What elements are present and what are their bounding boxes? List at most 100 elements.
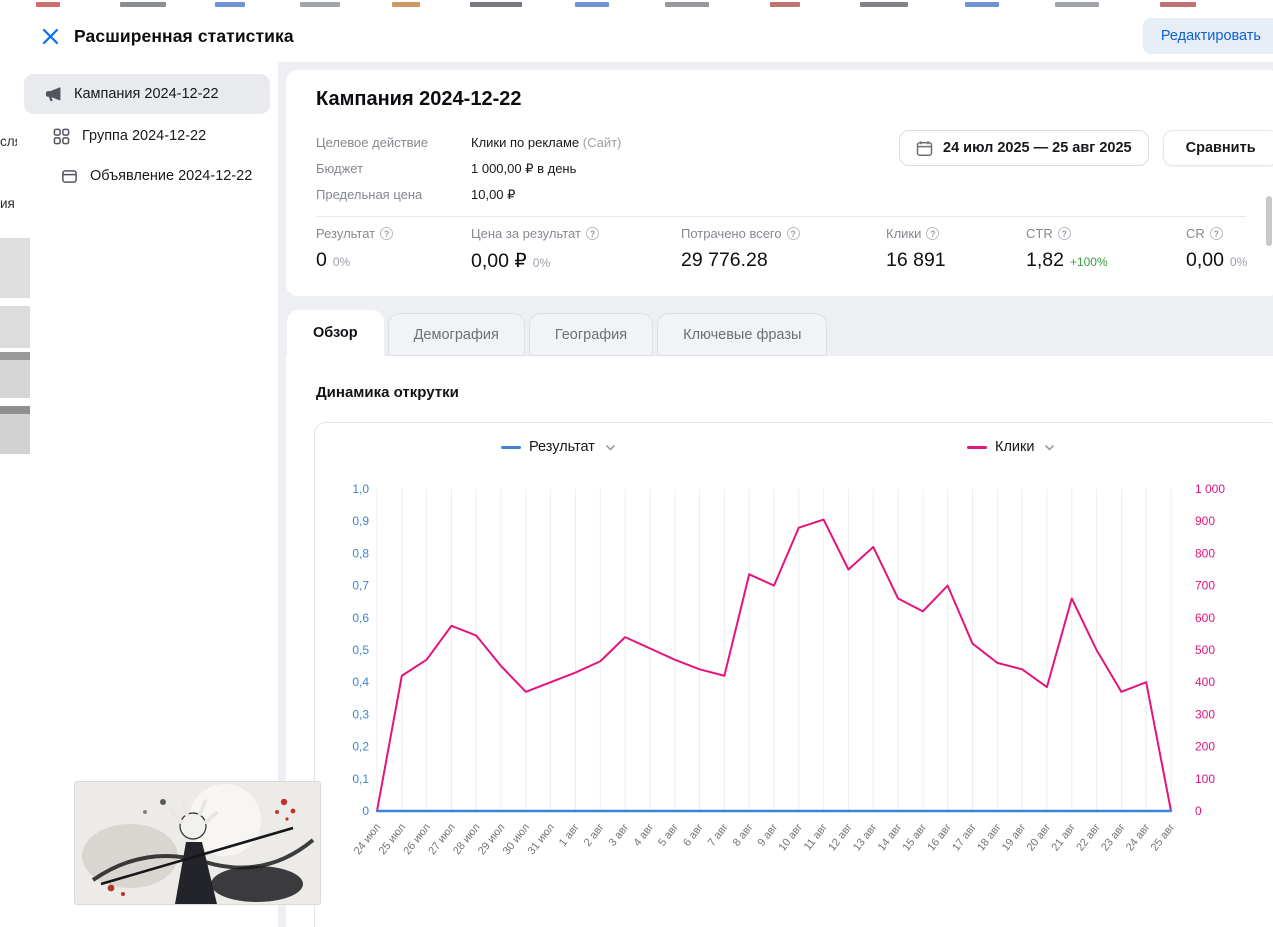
megaphone-icon	[44, 85, 63, 104]
svg-text:5 авг: 5 авг	[656, 821, 681, 848]
background-block	[0, 360, 30, 398]
stat-label: CTR	[1026, 226, 1186, 241]
stat-value-number: 0,00	[1186, 249, 1224, 271]
bookmark-fragment	[120, 2, 166, 7]
tab-keywords[interactable]: Ключевые фразы	[657, 313, 828, 356]
stat-sub-value: +100%	[1069, 255, 1108, 269]
svg-text:0,6: 0,6	[352, 611, 369, 625]
date-range-label: 24 июл 2025 — 25 авг 2025	[943, 140, 1132, 156]
chart-card: Результат Клики 0 0,1 0,2 0,3 0,4 0,5 0,6 0,7 0,8…	[314, 422, 1273, 927]
background-block	[0, 238, 30, 298]
bookmark-fragment	[36, 2, 60, 7]
chevron-down-icon	[1044, 444, 1055, 451]
svg-text:0,9: 0,9	[352, 514, 369, 528]
help-icon[interactable]	[786, 227, 800, 240]
campaign-details: Целевое действие Клики по рекламе (Сайт) Б…	[316, 134, 621, 212]
main-content: Кампания 2024-12-22 Целевое действие Клик…	[278, 62, 1273, 927]
svg-text:20 авг: 20 авг	[1025, 821, 1054, 853]
overview-panel: Динамика открутки Результат Клики 0 0,1 0,2…	[286, 356, 1273, 927]
stat-value: 29 776.28	[681, 249, 886, 272]
help-icon[interactable]	[585, 227, 599, 240]
legend-clicks[interactable]: Клики	[967, 439, 1055, 455]
svg-text:800: 800	[1195, 546, 1215, 560]
sidebar-item-campaign[interactable]: Кампания 2024-12-22	[24, 74, 270, 114]
help-icon[interactable]	[1057, 227, 1071, 240]
scrollbar-thumb[interactable]	[1266, 196, 1272, 246]
campaign-detail-row: Целевое действие Клики по рекламе (Сайт)	[316, 134, 621, 151]
sidebar-item-label: Кампания 2024-12-22	[74, 86, 219, 102]
detail-suffix: (Сайт)	[579, 135, 622, 150]
stat-value: 0 0%	[316, 249, 471, 272]
close-button[interactable]	[38, 24, 62, 48]
stat-label: Потрачено всего	[681, 226, 886, 241]
campaign-title: Кампания 2024-12-22	[316, 88, 522, 110]
background-block	[0, 406, 30, 414]
svg-text:14 авг: 14 авг	[876, 821, 905, 853]
svg-text:12 авг: 12 авг	[826, 821, 855, 853]
bookmark-fragment	[215, 2, 245, 7]
legend-dash	[967, 445, 987, 449]
stat-value: 16 891	[886, 249, 1026, 272]
sidebar-item-label: Объявление 2024-12-22	[90, 168, 253, 184]
stat-result: Результат 0 0%	[316, 226, 471, 273]
svg-text:0,8: 0,8	[352, 546, 369, 560]
help-icon[interactable]	[1209, 227, 1223, 240]
help-icon[interactable]	[380, 227, 394, 240]
tab-overview[interactable]: Обзор	[287, 310, 384, 356]
svg-text:16 авг: 16 авг	[925, 821, 954, 853]
svg-text:7 авг: 7 авг	[706, 821, 731, 848]
stat-label: Результат	[316, 226, 471, 241]
svg-text:21 авг: 21 авг	[1049, 821, 1078, 853]
stat-cr: CR 0,00 0%	[1186, 226, 1273, 273]
svg-text:19 авг: 19 авг	[1000, 821, 1029, 853]
svg-text:0,2: 0,2	[352, 740, 369, 754]
stat-value-number: 29 776.28	[681, 249, 768, 271]
campaign-summary-card: Кампания 2024-12-22 Целевое действие Клик…	[286, 70, 1273, 296]
tab-demography[interactable]: Демография	[387, 313, 525, 356]
svg-text:1 авг: 1 авг	[557, 821, 582, 848]
grid-icon	[52, 128, 71, 145]
background-block	[0, 306, 30, 348]
stat-label-text: Цена за результат	[471, 226, 581, 241]
stat-value-number: 1,82	[1026, 249, 1064, 271]
compare-button[interactable]: Сравнить	[1162, 130, 1273, 166]
campaign-detail-row: Бюджет 1 000,00 ₽ в день	[316, 160, 621, 177]
svg-text:2 авг: 2 авг	[582, 821, 607, 848]
svg-text:10 авг: 10 авг	[776, 821, 805, 853]
modal-header: Расширенная статистика Редактировать	[0, 10, 1273, 62]
bookmark-fragment	[300, 2, 340, 7]
bookmark-fragment	[1055, 2, 1099, 7]
tab-geography[interactable]: География	[528, 313, 654, 356]
svg-text:3 авг: 3 авг	[607, 821, 632, 848]
sidebar-item-ad[interactable]: Объявление 2024-12-22	[24, 160, 270, 192]
svg-text:6 авг: 6 авг	[681, 821, 706, 848]
stats-row: Результат 0 0% Цена за результат 0,00 ₽ 0% Пот…	[316, 226, 1273, 273]
svg-text:200: 200	[1195, 740, 1215, 754]
svg-text:700: 700	[1195, 579, 1215, 593]
svg-text:500: 500	[1195, 643, 1215, 657]
legend-label: Результат	[529, 439, 595, 455]
legend-result[interactable]: Результат	[501, 439, 616, 455]
svg-text:0,7: 0,7	[352, 579, 369, 593]
svg-text:0: 0	[1195, 804, 1202, 818]
bookmark-fragment	[665, 2, 709, 7]
svg-text:1,0: 1,0	[352, 482, 369, 496]
stat-sub-value: 0%	[332, 255, 351, 269]
bookmarks-strip	[0, 0, 1273, 10]
sidebar-item-group[interactable]: Группа 2024-12-22	[24, 120, 270, 152]
help-icon[interactable]	[926, 227, 940, 240]
svg-text:15 авг: 15 авг	[901, 821, 930, 853]
stat-label-text: CTR	[1026, 226, 1053, 241]
svg-text:25 авг: 25 авг	[1149, 821, 1178, 853]
stat-value-number: 0	[316, 249, 327, 271]
svg-text:23 авг: 23 авг	[1099, 821, 1128, 853]
date-range-button[interactable]: 24 июл 2025 — 25 авг 2025	[899, 130, 1149, 166]
detail-label: Бюджет	[316, 161, 364, 176]
stat-value-number: 16 891	[886, 249, 946, 271]
svg-text:24 авг: 24 авг	[1124, 821, 1153, 853]
dynamics-chart[interactable]: 0 0,1 0,2 0,3 0,4 0,5 0,6 0,7 0,8 0,9 1,0 0 100 200 30…	[315, 469, 1273, 919]
stat-sub-value: 0%	[1229, 255, 1248, 269]
stat-label-text: Клики	[886, 226, 922, 241]
edit-button[interactable]: Редактировать	[1142, 18, 1273, 54]
campaign-tree: Кампания 2024-12-22 Группа 2024-12-22 Объя…	[24, 62, 270, 192]
